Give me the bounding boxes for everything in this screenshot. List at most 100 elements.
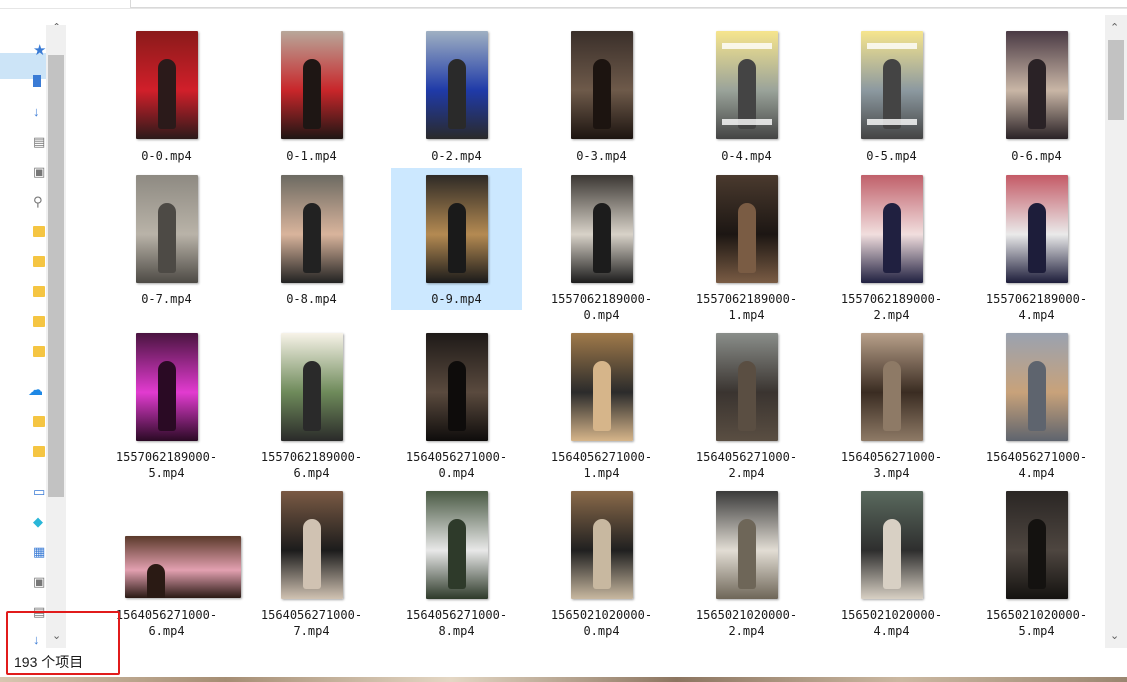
file-item[interactable]: 1564056271000- 2.mp4 <box>681 331 812 491</box>
folder-icon[interactable] <box>33 316 45 327</box>
file-name: 1564056271000- 7.mp4 <box>260 608 363 638</box>
file-item[interactable]: 0-2.mp4 <box>391 15 522 175</box>
file-name: 1565021020000- 0.mp4 <box>550 608 653 638</box>
nav-scrollbar-thumb[interactable] <box>48 55 64 497</box>
thumbnail-figure <box>593 361 611 431</box>
file-item[interactable]: 1557062189000- 6.mp4 <box>246 331 377 491</box>
file-name: 1557062189000- 0.mp4 <box>550 292 653 322</box>
video-thumbnail <box>1006 491 1068 599</box>
file-item[interactable]: 0-7.mp4 <box>101 168 232 328</box>
thumbnail-figure <box>158 203 176 273</box>
video-thumbnail <box>571 491 633 599</box>
folder-icon[interactable] <box>33 416 45 427</box>
file-item[interactable]: 1557062189000- 5.mp4 <box>101 331 232 491</box>
vertical-scrollbar-thumb[interactable] <box>1108 40 1124 120</box>
file-name: 0-5.mp4 <box>866 149 917 163</box>
file-name: 0-4.mp4 <box>721 149 772 163</box>
thumbnail-figure <box>158 361 176 431</box>
video-thumbnail <box>861 333 923 441</box>
video-thumbnail <box>716 175 778 283</box>
file-name: 0-6.mp4 <box>1011 149 1062 163</box>
video-thumbnail <box>281 31 343 139</box>
file-item[interactable]: 1565021020000- 2.mp4 <box>681 488 812 648</box>
thumbnail-caption-band <box>867 119 917 125</box>
video-thumbnail <box>571 175 633 283</box>
file-name: 1564056271000- 8.mp4 <box>405 608 508 638</box>
thumbnail-figure <box>147 564 165 598</box>
file-item[interactable]: 0-5.mp4 <box>826 15 957 175</box>
downloads-icon[interactable]: ↓ <box>33 105 47 119</box>
highlight-annotation-box <box>6 611 120 675</box>
file-item[interactable]: 0-8.mp4 <box>246 168 377 328</box>
file-name: 0-3.mp4 <box>576 149 627 163</box>
documents-icon[interactable]: ▤ <box>33 135 47 149</box>
thumbnail-figure <box>303 361 321 431</box>
video-thumbnail <box>861 175 923 283</box>
file-name: 1564056271000- 4.mp4 <box>985 450 1088 480</box>
file-name: 1564056271000- 6.mp4 <box>115 608 218 638</box>
pinned-item-icon[interactable]: ⚲ <box>33 195 47 209</box>
thumbnail-figure <box>1028 361 1046 431</box>
video-thumbnail <box>136 333 198 441</box>
quick-access-star-icon[interactable]: ★ <box>33 44 47 58</box>
file-item[interactable]: 1564056271000- 1.mp4 <box>536 331 667 491</box>
address-bar[interactable] <box>130 0 1127 8</box>
thumbnail-caption-band <box>867 43 917 49</box>
file-item[interactable]: 1564056271000- 8.mp4 <box>391 488 522 648</box>
folder-icon[interactable] <box>33 256 45 267</box>
file-item[interactable]: 0-0.mp4 <box>101 15 232 175</box>
folder-icon[interactable] <box>33 346 45 357</box>
this-pc-icon[interactable]: ▭ <box>33 485 47 499</box>
file-name: 1564056271000- 2.mp4 <box>695 450 798 480</box>
file-item[interactable]: 1557062189000- 4.mp4 <box>971 168 1102 328</box>
pictures-icon[interactable]: ▣ <box>33 165 47 179</box>
file-item[interactable]: 1564056271000- 6.mp4 <box>101 488 241 648</box>
video-thumbnail <box>571 31 633 139</box>
video-thumbnail <box>861 491 923 599</box>
file-item[interactable]: 1557062189000- 2.mp4 <box>826 168 957 328</box>
file-item[interactable]: 0-4.mp4 <box>681 15 812 175</box>
desktop-icon[interactable] <box>33 75 41 87</box>
thumbnail-figure <box>303 59 321 129</box>
file-item[interactable]: 1565021020000- 4.mp4 <box>826 488 957 648</box>
file-item[interactable]: 1564056271000- 7.mp4 <box>246 488 377 648</box>
scroll-up-icon[interactable]: ⌃ <box>1110 22 1119 34</box>
file-name: 1565021020000- 2.mp4 <box>695 608 798 638</box>
file-item[interactable]: 1565021020000- 5.mp4 <box>971 488 1102 648</box>
video-thumbnail <box>716 491 778 599</box>
onedrive-cloud-icon[interactable]: ☁ <box>28 384 42 398</box>
thumbnail-figure <box>883 519 901 589</box>
file-item[interactable]: 1557062189000- 0.mp4 <box>536 168 667 328</box>
file-list-pane: 0-0.mp4 0-1.mp4 0-2.mp4 0-3.mp4 0-4.mp4 0-5.m… <box>72 15 1105 648</box>
file-name: 0-7.mp4 <box>141 292 192 306</box>
thumbnail-figure <box>448 361 466 431</box>
scroll-down-icon[interactable]: ⌄ <box>1110 630 1119 642</box>
file-name: 1564056271000- 0.mp4 <box>405 450 508 480</box>
folder-icon[interactable] <box>33 446 45 457</box>
file-item[interactable]: 1564056271000- 4.mp4 <box>971 331 1102 491</box>
video-thumbnail <box>281 333 343 441</box>
pictures-folder-icon[interactable]: ▣ <box>33 575 47 589</box>
file-item[interactable]: 1564056271000- 3.mp4 <box>826 331 957 491</box>
file-name: 1557062189000- 6.mp4 <box>260 450 363 480</box>
file-item[interactable]: 1565021020000- 0.mp4 <box>536 488 667 648</box>
3d-objects-icon[interactable]: ◆ <box>33 515 47 529</box>
file-item[interactable]: 0-9.mp4 <box>391 168 522 328</box>
file-item[interactable]: 0-3.mp4 <box>536 15 667 175</box>
thumbnail-figure <box>448 203 466 273</box>
video-thumbnail <box>426 491 488 599</box>
file-name: 0-9.mp4 <box>431 292 482 306</box>
navigation-pane: ⌃ ★ ↓ ▤ ▣ ⚲ ☁ ▭ ◆ ▦ ▣ ▤ ↓ ⌄ <box>0 15 70 648</box>
video-thumbnail <box>571 333 633 441</box>
file-item[interactable]: 0-1.mp4 <box>246 15 377 175</box>
file-name: 1557062189000- 5.mp4 <box>115 450 218 480</box>
videos-icon[interactable]: ▦ <box>33 545 47 559</box>
thumbnail-figure <box>593 203 611 273</box>
folder-icon[interactable] <box>33 226 45 237</box>
thumbnail-figure <box>883 203 901 273</box>
file-item[interactable]: 0-6.mp4 <box>971 15 1102 175</box>
file-item[interactable]: 1557062189000- 1.mp4 <box>681 168 812 328</box>
file-item[interactable]: 1564056271000- 0.mp4 <box>391 331 522 491</box>
folder-icon[interactable] <box>33 286 45 297</box>
status-bar <box>0 648 1127 678</box>
